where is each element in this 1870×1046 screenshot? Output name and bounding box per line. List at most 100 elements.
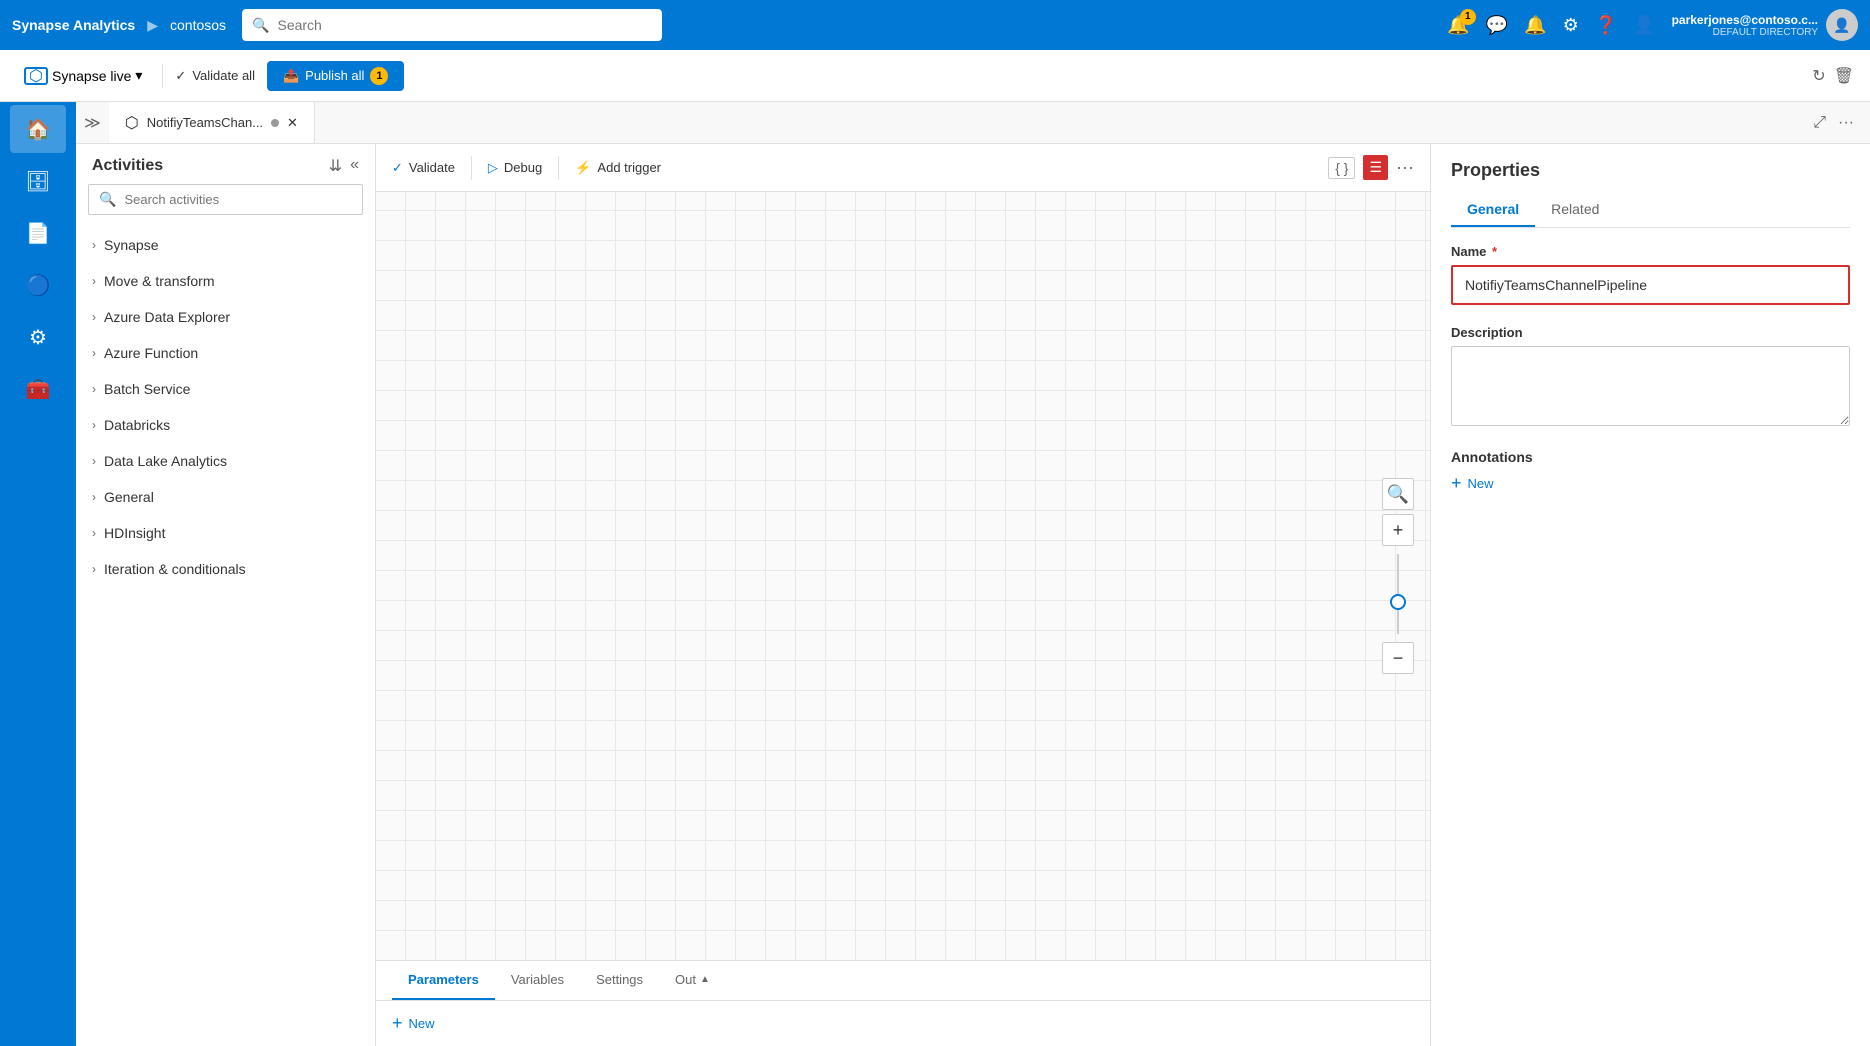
properties-body: Name * Description Annotations + New bbox=[1431, 228, 1870, 510]
search-input[interactable] bbox=[277, 17, 652, 33]
notification-badge: 1 bbox=[1460, 9, 1476, 25]
notifications-button[interactable]: 🔔 1 bbox=[1447, 15, 1469, 36]
tab-settings[interactable]: Settings bbox=[580, 961, 659, 1000]
canvas-more-button[interactable]: ··· bbox=[1396, 157, 1414, 178]
chevron-right-icon: › bbox=[92, 346, 96, 360]
zoom-out-button[interactable]: − bbox=[1382, 642, 1414, 674]
alerts-button[interactable]: 🔔 bbox=[1524, 15, 1546, 36]
debug-button[interactable]: ▷ Debug bbox=[488, 160, 542, 176]
activity-group-label: General bbox=[104, 489, 154, 505]
tab-output[interactable]: Out ▲ bbox=[659, 961, 726, 1000]
search-icon: 🔍 bbox=[252, 17, 269, 34]
secondary-toolbar: ⬡ Synapse live ▾ ✓ Validate all 📤 Publis… bbox=[0, 50, 1870, 102]
sidebar-item-tools[interactable]: 🧰 bbox=[10, 365, 66, 413]
zoom-controls: 🔍 + − bbox=[1382, 478, 1414, 674]
tab-close-icon[interactable]: ✕ bbox=[287, 115, 298, 131]
collapse-all-button[interactable]: ⇊ bbox=[329, 156, 342, 176]
activity-group-databricks[interactable]: › Databricks bbox=[76, 407, 375, 443]
properties-panel: Properties General Related Name * bbox=[1430, 144, 1870, 1046]
name-field-input[interactable] bbox=[1455, 269, 1846, 301]
activity-group-azure-function[interactable]: › Azure Function bbox=[76, 335, 375, 371]
activity-group-batch-service[interactable]: › Batch Service bbox=[76, 371, 375, 407]
play-icon: ▷ bbox=[488, 160, 498, 176]
help-button[interactable]: ❓ bbox=[1595, 15, 1617, 36]
validate-all-label: Validate all bbox=[192, 68, 255, 83]
props-tab-related-label: Related bbox=[1551, 201, 1599, 217]
topbar-icons: 🔔 1 💬 🔔 ⚙ ❓ 👤 parkerjones@contoso.c... D… bbox=[1447, 9, 1858, 41]
tab-parameters[interactable]: Parameters bbox=[392, 961, 495, 1000]
required-asterisk: * bbox=[1492, 244, 1497, 259]
zoom-slider-thumb[interactable] bbox=[1390, 594, 1406, 610]
avatar[interactable]: 👤 bbox=[1826, 9, 1858, 41]
zoom-in-button[interactable]: + bbox=[1382, 514, 1414, 546]
activity-group-synapse[interactable]: › Synapse bbox=[76, 227, 375, 263]
synapse-live-icon: ⬡ bbox=[29, 66, 43, 86]
activity-group-general[interactable]: › General bbox=[76, 479, 375, 515]
user-profile[interactable]: parkerjones@contoso.c... DEFAULT DIRECTO… bbox=[1672, 9, 1858, 41]
sidebar-item-home[interactable]: 🏠 bbox=[10, 105, 66, 153]
description-field-section: Description bbox=[1451, 325, 1850, 429]
chevron-right-icon: › bbox=[92, 382, 96, 396]
description-field-textarea[interactable] bbox=[1451, 346, 1850, 426]
synapse-live-label: Synapse live bbox=[52, 68, 131, 84]
zoom-search-button[interactable]: 🔍 bbox=[1382, 478, 1414, 510]
activity-group-iteration[interactable]: › Iteration & conditionals bbox=[76, 551, 375, 587]
activities-search-box[interactable]: 🔍 bbox=[88, 184, 363, 215]
pipeline-tab[interactable]: ⬡ NotifiyTeamsChan... ✕ bbox=[109, 102, 315, 143]
activities-search-input[interactable] bbox=[124, 192, 352, 207]
annotations-new-button[interactable]: + New bbox=[1451, 473, 1850, 494]
publish-all-button[interactable]: 📤 Publish all 1 bbox=[267, 61, 404, 91]
trash-button[interactable]: 🗑 bbox=[1834, 66, 1854, 86]
expand-canvas-button[interactable]: ⤢ bbox=[1813, 114, 1826, 132]
code-view-button[interactable]: { } bbox=[1328, 157, 1355, 179]
sidebar-item-data[interactable]: 🗄 bbox=[10, 157, 66, 205]
sidebar-item-settings[interactable]: ⚙ bbox=[10, 313, 66, 361]
props-tab-general[interactable]: General bbox=[1451, 193, 1535, 227]
pipeline-tab-label: NotifiyTeamsChan... bbox=[147, 115, 263, 130]
name-field-label: Name * bbox=[1451, 244, 1850, 259]
more-options-button[interactable]: ··· bbox=[1838, 114, 1854, 132]
toolbar-divider bbox=[162, 64, 163, 88]
sidebar-item-docs[interactable]: 📄 bbox=[10, 209, 66, 257]
activity-group-move-transform[interactable]: › Move & transform bbox=[76, 263, 375, 299]
tab-settings-label: Settings bbox=[596, 972, 643, 987]
activity-group-label: Synapse bbox=[104, 237, 158, 253]
properties-panel-button[interactable]: ☰ bbox=[1363, 155, 1388, 180]
sidebar-item-monitor[interactable]: 🔵 bbox=[10, 261, 66, 309]
chevron-up-icon: ▲ bbox=[700, 974, 710, 985]
close-activities-button[interactable]: « bbox=[350, 156, 359, 176]
activity-group-hdinsight[interactable]: › HDInsight bbox=[76, 515, 375, 551]
bottom-tabs: Parameters Variables Settings Out ▲ bbox=[376, 961, 1430, 1001]
publish-all-label: Publish all bbox=[305, 68, 364, 83]
chevron-right-icon: › bbox=[92, 310, 96, 324]
global-search-box[interactable]: 🔍 bbox=[242, 9, 662, 41]
validate-all-button[interactable]: ✓ Validate all bbox=[175, 68, 255, 84]
synapse-live-chevron: ▾ bbox=[135, 67, 142, 84]
properties-title: Properties bbox=[1451, 160, 1850, 181]
feedback-button[interactable]: 💬 bbox=[1486, 15, 1508, 36]
publish-icon: 📤 bbox=[283, 68, 299, 84]
bottom-content: + New bbox=[376, 1001, 1430, 1046]
tab-expand-button[interactable]: ≫ bbox=[76, 113, 109, 133]
tab-variables[interactable]: Variables bbox=[495, 961, 580, 1000]
activity-group-label: HDInsight bbox=[104, 525, 165, 541]
synapse-live-dropdown[interactable]: ⬡ Synapse live ▾ bbox=[16, 63, 150, 89]
canvas-body[interactable]: 🔍 + − bbox=[376, 192, 1430, 960]
refresh-button[interactable]: ↻ bbox=[1812, 66, 1825, 86]
tab-output-label: Out bbox=[675, 972, 696, 987]
chevron-right-icon: › bbox=[92, 526, 96, 540]
parameters-new-button[interactable]: + New bbox=[392, 1013, 1414, 1034]
props-tab-related[interactable]: Related bbox=[1535, 193, 1615, 227]
chevron-right-icon: › bbox=[92, 238, 96, 252]
activities-panel: Activities ⇊ « 🔍 › Synapse › Move & tran… bbox=[76, 144, 376, 1046]
settings-button[interactable]: ⚙ bbox=[1563, 15, 1579, 36]
share-button[interactable]: 👤 bbox=[1633, 15, 1655, 36]
add-trigger-button[interactable]: ⚡ Add trigger bbox=[575, 160, 661, 176]
activity-group-azure-data-explorer[interactable]: › Azure Data Explorer bbox=[76, 299, 375, 335]
activity-group-data-lake[interactable]: › Data Lake Analytics bbox=[76, 443, 375, 479]
annotations-title: Annotations bbox=[1451, 449, 1850, 465]
chevron-right-icon: › bbox=[92, 418, 96, 432]
validate-button[interactable]: ✓ Validate bbox=[392, 160, 455, 176]
checkmark-icon: ✓ bbox=[392, 160, 403, 176]
lightning-icon: ⚡ bbox=[575, 160, 591, 176]
